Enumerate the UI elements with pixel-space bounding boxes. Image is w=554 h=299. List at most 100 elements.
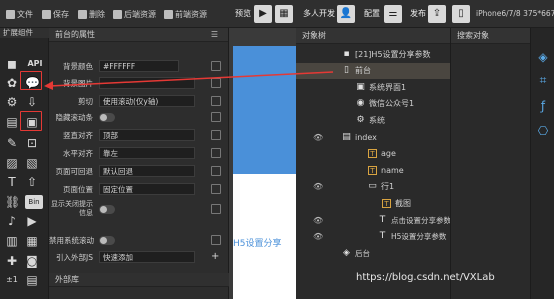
link-icon[interactable]: ⛓	[5, 195, 20, 209]
system-ui-icon: ▣	[356, 81, 365, 92]
tree-label: 系统界面1	[369, 82, 407, 92]
canvas-text: H5设置分享	[233, 239, 282, 249]
visibility-icon[interactable]: 👁	[313, 232, 323, 241]
tab-search[interactable]: 搜索对象	[451, 28, 531, 44]
user-button[interactable]: 👤	[337, 4, 355, 23]
tree-label: 前台	[355, 66, 371, 76]
copy-icon[interactable]	[211, 130, 221, 140]
chart-icon[interactable]: ▦	[25, 234, 39, 248]
user-icon: 👤	[337, 4, 355, 23]
tree-label: 微信公众号1	[369, 99, 415, 109]
preview-button[interactable]: 预览	[235, 4, 251, 23]
prop-field[interactable]: 使用滚动(仅y轴)	[99, 95, 195, 107]
add-icon[interactable]: +	[211, 252, 221, 262]
puzzle-icon[interactable]: ✚	[5, 254, 19, 268]
visibility-icon[interactable]: 👁	[313, 133, 323, 142]
prop-field[interactable]: 固定位置	[99, 183, 195, 195]
code-icon[interactable]: ƒ	[536, 99, 550, 113]
gallery-icon[interactable]: ▧	[25, 156, 39, 170]
layers-icon[interactable]: ◈	[536, 50, 550, 64]
prop-label: 水平对齐	[63, 148, 93, 158]
video-icon[interactable]: ▶	[25, 214, 39, 228]
sliders-icon: ⚌	[384, 4, 402, 23]
trash-icon	[78, 10, 87, 19]
visibility-icon[interactable]: 👁	[313, 182, 323, 191]
tree-label: 系统	[369, 115, 385, 125]
save-icon	[42, 10, 51, 19]
tree-label: [21]H5设置分享参数	[355, 49, 431, 59]
tree-label: age	[381, 149, 396, 159]
image-icon[interactable]: ▨	[5, 156, 19, 170]
save-button[interactable]: 保存	[42, 9, 69, 20]
publish-button[interactable]: 发布	[410, 4, 426, 23]
visibility-icon[interactable]: 👁	[313, 216, 323, 225]
copy-icon[interactable]	[211, 96, 221, 106]
prop-field[interactable]: 默认回退	[99, 165, 195, 177]
prop-row: 竖直对齐 顶部	[49, 128, 229, 142]
config-button[interactable]: 配置	[364, 4, 380, 23]
properties-header: 前台的属性 ☰	[49, 28, 228, 42]
play-button[interactable]: ▶	[254, 4, 272, 23]
camera-icon[interactable]: ◙	[25, 254, 39, 268]
menu-icon[interactable]: ☰	[211, 30, 218, 39]
phone-icon: ▯	[452, 4, 470, 23]
prop-row: 引入外部JS 快速添加 +	[49, 250, 229, 264]
delete-button[interactable]: 删除	[78, 9, 105, 20]
top-toolbar: 文件 保存 删除 后端资源 前端资源 预览 ▶ ▦ 多人开发 👤 配置 ⚌ 发布…	[0, 0, 554, 28]
text-icon: T	[368, 165, 377, 175]
document-icon[interactable]: ▥	[5, 234, 19, 248]
pencil-icon[interactable]: ✎	[5, 136, 19, 150]
frontend-assets-button[interactable]: 前端资源	[164, 9, 207, 20]
multi-dev-button[interactable]: 多人开发	[303, 4, 335, 23]
prop-row: 剪切 使用滚动(仅y轴)	[49, 94, 229, 108]
gear-icon[interactable]: ⚙	[5, 95, 19, 109]
device-select[interactable]: iPhone6/7/8 375*667	[476, 4, 554, 23]
copy-icon[interactable]	[211, 148, 221, 158]
counter-icon[interactable]: ±1	[5, 273, 19, 287]
prop-field[interactable]: 靠左	[99, 147, 195, 159]
copy-icon[interactable]	[211, 204, 221, 214]
prop-toggle[interactable]	[99, 235, 115, 245]
play-icon: ▶	[254, 4, 272, 23]
copy-icon[interactable]	[211, 166, 221, 176]
label-icon: T	[379, 231, 386, 242]
page-icon[interactable]: ▤	[5, 115, 19, 129]
copy-icon[interactable]	[211, 112, 221, 122]
bin-icon[interactable]: Bin	[25, 195, 43, 209]
settings-button[interactable]: ⚌	[384, 4, 402, 23]
copy-icon[interactable]	[211, 235, 221, 245]
grid-button[interactable]: ▦	[275, 4, 293, 23]
text-icon[interactable]: T	[5, 175, 19, 189]
music-icon[interactable]: ♪	[5, 214, 19, 228]
highlight-system-box	[20, 111, 42, 131]
prop-label: 禁用系统滚动	[49, 235, 94, 245]
external-lib-header[interactable]: 外部库	[49, 273, 229, 287]
prop-label: 竖直对齐	[63, 130, 93, 140]
tree-label: H5设置分享参数	[391, 232, 447, 242]
prop-field[interactable]: 顶部	[99, 129, 195, 141]
table-icon[interactable]: ▤	[25, 273, 39, 287]
prop-label: 隐藏滚动条	[55, 112, 94, 122]
prop-toggle[interactable]	[99, 204, 115, 214]
crop-icon[interactable]: ⊡	[25, 136, 39, 150]
backend-assets-button[interactable]: 后端资源	[113, 9, 156, 20]
upload-button[interactable]: ⇪	[428, 4, 446, 23]
upload-icon[interactable]: ⇧	[25, 175, 39, 189]
prop-label: 页面可回退	[55, 166, 94, 176]
file-menu[interactable]: 文件	[6, 9, 33, 20]
box-icon[interactable]: ◼	[5, 57, 19, 71]
prop-toggle[interactable]	[99, 112, 115, 122]
bind-icon[interactable]: ⎔	[536, 124, 550, 138]
gear-icon: ⚙	[356, 114, 365, 125]
prop-field[interactable]: 快速添加	[99, 251, 195, 263]
upload-icon: ⇪	[428, 4, 446, 23]
row-icon: ▭	[368, 181, 377, 192]
copy-icon[interactable]	[211, 184, 221, 194]
tab-objects[interactable]: 对象树	[296, 28, 450, 44]
device-toggle[interactable]: ▯	[452, 4, 470, 23]
download-icon[interactable]: ⇩	[25, 95, 39, 109]
tree-label: 行1	[381, 182, 395, 192]
flower-icon[interactable]: ✿	[5, 76, 19, 90]
tree-icon[interactable]: ⌗	[536, 73, 550, 87]
backend-icon	[113, 10, 122, 19]
